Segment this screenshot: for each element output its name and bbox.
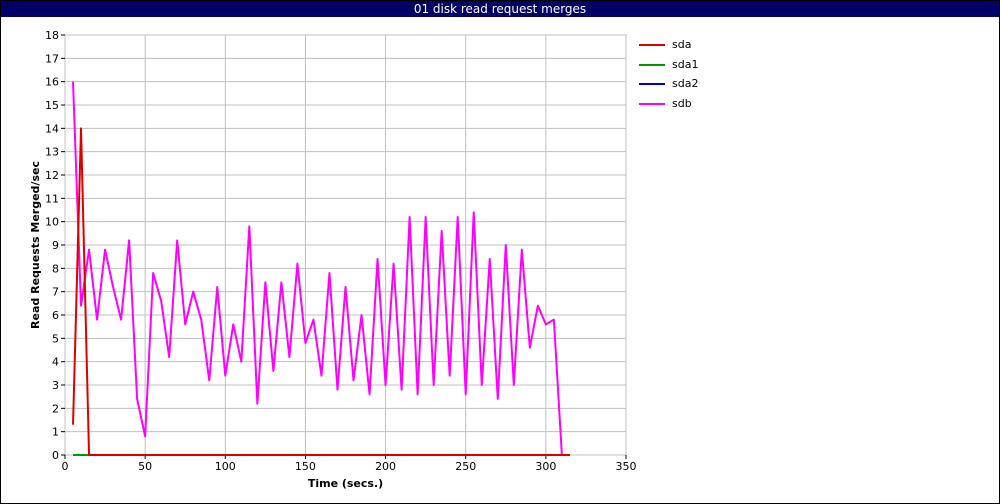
legend-swatch [639, 44, 665, 46]
y-tick-label: 15 [45, 99, 59, 112]
x-axis-label: Time (secs.) [308, 477, 383, 490]
y-tick-label: 14 [45, 122, 59, 135]
y-tick-label: 8 [52, 262, 59, 275]
y-tick-label: 6 [52, 309, 59, 322]
y-tick-label: 5 [52, 332, 59, 345]
legend-label: sda2 [672, 77, 699, 91]
y-tick-label: 12 [45, 169, 59, 182]
x-axis-ticks: 0 50 100 150 200 250 300 350 [62, 455, 637, 473]
y-tick-label: 7 [52, 286, 59, 299]
legend-swatch [639, 83, 665, 86]
x-tick-label: 350 [616, 460, 637, 473]
x-tick-label: 50 [138, 460, 152, 473]
y-tick-label: 3 [52, 379, 59, 392]
y-tick-label: 11 [45, 192, 59, 205]
legend-label: sda [672, 38, 692, 51]
legend-swatch [639, 63, 665, 66]
y-tick-label: 1 [52, 426, 59, 439]
y-tick-label: 18 [45, 29, 59, 42]
x-tick-label: 250 [455, 460, 476, 473]
legend-swatch [639, 102, 665, 105]
y-tick-label: 17 [45, 52, 59, 65]
x-tick-label: 150 [295, 460, 316, 473]
chart-window: 01 disk read request merges 0 50 100 150 200… [0, 0, 1000, 504]
y-tick-label: 10 [45, 216, 59, 229]
y-axis-ticks: 0123456789101112131415161718 [45, 29, 65, 462]
y-tick-label: 4 [52, 356, 59, 369]
line-chart: 0 50 100 150 200 250 300 350 012345678910111213… [29, 29, 637, 490]
x-tick-label: 200 [375, 460, 396, 473]
y-tick-label: 0 [52, 449, 59, 462]
y-tick-label: 2 [52, 402, 59, 415]
legend-label: sda1 [672, 57, 699, 71]
legend-label: sdb [672, 96, 692, 110]
x-tick-label: 300 [535, 460, 556, 473]
x-tick-label: 100 [215, 460, 236, 473]
y-tick-label: 9 [52, 239, 59, 252]
y-tick-label: 16 [45, 76, 59, 89]
x-tick-label: 0 [62, 460, 69, 473]
y-axis-label: Read Requests Merged/sec [29, 161, 42, 329]
y-tick-label: 13 [45, 146, 59, 159]
